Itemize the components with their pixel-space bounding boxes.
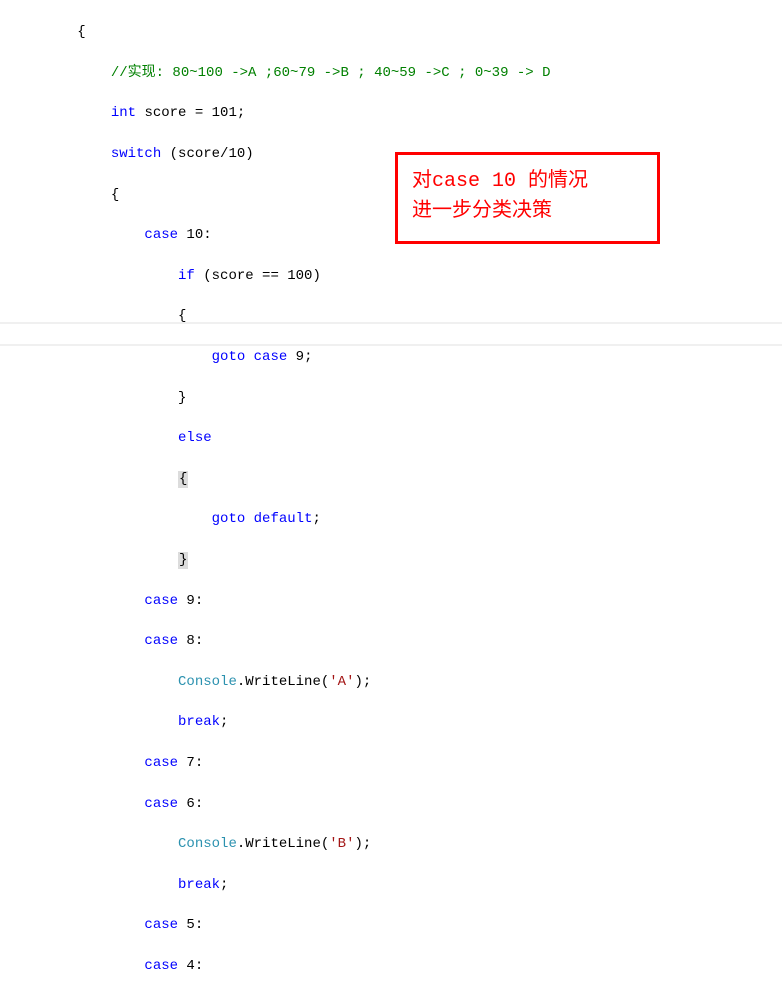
indent: [10, 105, 111, 121]
code-line: case 9:: [10, 591, 782, 611]
annotation-line-2: 进一步分类决策: [412, 197, 643, 227]
annotation-line-1: 对case 10 的情况: [412, 167, 643, 197]
code-line: goto case 9;: [10, 347, 782, 367]
indent: [10, 227, 144, 243]
keyword-case: case: [144, 755, 178, 771]
code-line: case 6:: [10, 794, 782, 814]
code-line: else: [10, 428, 782, 448]
keyword-case: case: [144, 633, 178, 649]
brace-open: {: [10, 187, 119, 203]
indent: [10, 471, 178, 487]
var-decl: score = 101;: [136, 105, 245, 121]
indent: [10, 877, 178, 893]
indent: [10, 268, 178, 284]
if-cond: (score == 100): [195, 268, 321, 284]
case-value: 7:: [178, 755, 203, 771]
code-line: break;: [10, 875, 782, 895]
case-value: 4:: [178, 958, 203, 974]
case-value: 9:: [178, 593, 203, 609]
highlight-line-bottom: [0, 344, 782, 346]
keyword-goto: goto: [212, 511, 246, 527]
keyword-case: case: [254, 349, 288, 365]
semicolon: ;: [312, 511, 320, 527]
indent: [10, 146, 111, 162]
code-line: case 4:: [10, 956, 782, 976]
code-line: Console.WriteLine('A');: [10, 672, 782, 692]
semicolon: ;: [220, 714, 228, 730]
switch-expr: (score/10): [161, 146, 253, 162]
case-value: 6:: [178, 796, 203, 812]
indent: [10, 755, 144, 771]
code-line: int score = 101;: [10, 103, 782, 123]
indent: [10, 65, 111, 81]
type-console: Console: [178, 836, 237, 852]
indent: [10, 552, 178, 568]
keyword-case: case: [144, 593, 178, 609]
code-line: {: [10, 469, 782, 489]
string-literal: 'A': [329, 674, 354, 690]
type-console: Console: [178, 674, 237, 690]
case-value: 10:: [178, 227, 212, 243]
call-end: );: [354, 674, 371, 690]
brace-close: }: [10, 390, 186, 406]
indent: [10, 836, 178, 852]
keyword-case: case: [144, 958, 178, 974]
code-line: }: [10, 388, 782, 408]
semicolon: ;: [220, 877, 228, 893]
indent: [10, 593, 144, 609]
keyword-break: break: [178, 714, 220, 730]
code-line: //实现: 80~100 ->A ;60~79 ->B ; 40~59 ->C …: [10, 63, 782, 83]
code-line: }: [10, 550, 782, 570]
space: [245, 511, 253, 527]
keyword-goto: goto: [212, 349, 246, 365]
keyword-switch: switch: [111, 146, 161, 162]
method-call: .WriteLine(: [237, 836, 329, 852]
brace-open-highlighted: {: [178, 471, 188, 488]
call-end: );: [354, 836, 371, 852]
indent: [10, 511, 212, 527]
keyword-case: case: [144, 917, 178, 933]
indent: [10, 796, 144, 812]
code-block: { //实现: 80~100 ->A ;60~79 ->B ; 40~59 ->…: [0, 0, 782, 997]
indent: [10, 430, 178, 446]
indent: [10, 674, 178, 690]
indent: [10, 917, 144, 933]
indent: [10, 714, 178, 730]
code-line: goto default;: [10, 509, 782, 529]
code-line: case 5:: [10, 915, 782, 935]
indent: [10, 349, 212, 365]
brace-close-highlighted: }: [178, 552, 188, 569]
code-line: case 8:: [10, 631, 782, 651]
goto-target: 9;: [287, 349, 312, 365]
keyword-if: if: [178, 268, 195, 284]
keyword-default: default: [254, 511, 313, 527]
code-line: break;: [10, 712, 782, 732]
case-value: 8:: [178, 633, 203, 649]
code-line: if (score == 100): [10, 266, 782, 286]
case-value: 5:: [178, 917, 203, 933]
keyword-break: break: [178, 877, 220, 893]
annotation-box: 对case 10 的情况 进一步分类决策: [395, 152, 660, 244]
method-call: .WriteLine(: [237, 674, 329, 690]
brace-open: {: [10, 24, 86, 40]
highlight-line-top: [0, 322, 782, 324]
code-line: case 7:: [10, 753, 782, 773]
keyword-else: else: [178, 430, 212, 446]
keyword-int: int: [111, 105, 136, 121]
string-literal: 'B': [329, 836, 354, 852]
keyword-case: case: [144, 227, 178, 243]
code-line: Console.WriteLine('B');: [10, 834, 782, 854]
indent: [10, 958, 144, 974]
indent: [10, 633, 144, 649]
space: [245, 349, 253, 365]
comment: //实现: 80~100 ->A ;60~79 ->B ; 40~59 ->C …: [111, 65, 551, 81]
keyword-case: case: [144, 796, 178, 812]
code-line: {: [10, 22, 782, 42]
